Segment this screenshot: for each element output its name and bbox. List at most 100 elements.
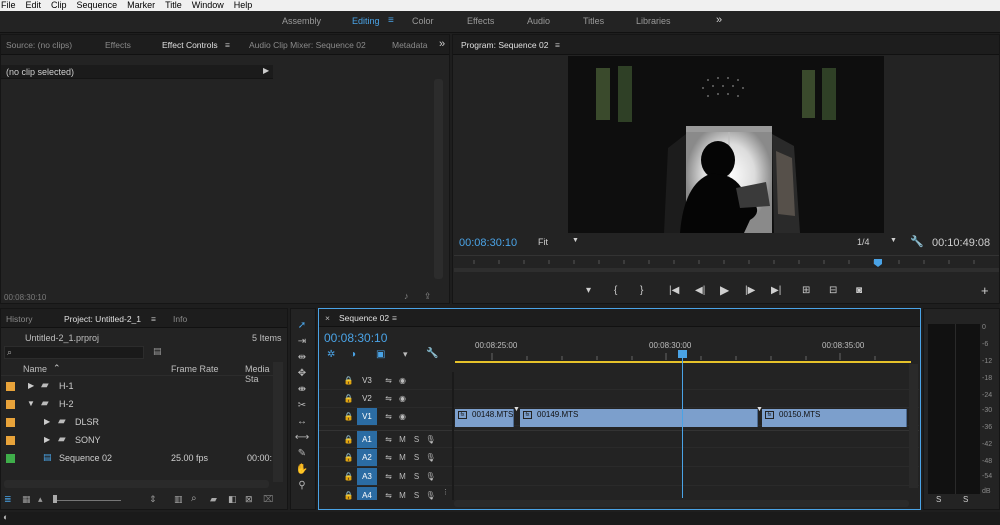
workspace-titles[interactable]: Titles [583,16,604,26]
tab-audio-clip-mixer[interactable]: Audio Clip Mixer: Sequence 02 [249,40,366,50]
wrench-icon[interactable]: 🔧 [426,348,438,359]
solo-button[interactable]: S [409,488,424,500]
selection-tool-icon[interactable]: ➚ [294,318,310,333]
hand-tool-icon[interactable]: ✋ [294,462,310,477]
freeform-view-icon[interactable]: ▴ [38,494,43,505]
tab-program[interactable]: Program: Sequence 02 [461,40,548,50]
menu-window[interactable]: Window [192,0,224,11]
tab-project[interactable]: Project: Untitled-2_1 [64,314,141,324]
lock-icon[interactable]: 🔒 [341,409,356,424]
label-color-swatch[interactable] [6,454,15,463]
menu-title[interactable]: Title [165,0,182,11]
column-frame-rate[interactable]: Frame Rate [171,364,219,374]
chevron-down-icon[interactable]: ▼ [27,399,35,408]
snap-icon[interactable]: ✲ [327,349,335,360]
export-frame-icon[interactable]: ◙ [856,285,862,296]
microphone-icon[interactable]: 🎙 [423,450,438,465]
zoom-slider[interactable] [55,500,121,501]
eye-icon[interactable]: ◉ [395,391,410,406]
chevron-right-icon[interactable]: ▶ [44,417,50,426]
project-item-h2[interactable]: ▼ ▰ H-2 [1,396,291,414]
track-label-a3[interactable]: A3 [357,468,377,485]
sync-lock-icon[interactable]: ⇋ [381,488,396,500]
tab-effects[interactable]: Effects [105,40,131,50]
mute-button[interactable]: M [395,432,410,447]
menu-help[interactable]: Help [234,0,253,11]
solo-button[interactable]: S [409,450,424,465]
marker-icon[interactable]: ▾ [403,349,408,360]
timeline-menu-icon[interactable]: ≡ [392,313,397,323]
step-back-icon[interactable]: ◀| [695,285,705,296]
workspace-editing[interactable]: Editing [352,16,380,26]
microphone-icon[interactable]: 🎙 [423,432,438,447]
search-icon[interactable]: ⌕ [191,493,197,504]
ripple-edit-tool-icon[interactable]: ⇹ [294,350,310,365]
program-current-timecode[interactable]: 00:08:30:10 [459,237,517,249]
workspace-effects[interactable]: Effects [467,16,494,26]
lock-icon[interactable]: 🔒 [341,450,356,465]
slip-tool-icon[interactable]: ↔ [294,414,310,429]
clip-00150[interactable]: fx 00150.MTS [762,409,907,427]
project-scrollbar[interactable] [273,362,283,482]
play-icon[interactable]: ▶ [720,283,729,297]
rate-stretch-tool-icon[interactable]: ⇼ [294,382,310,397]
workspace-overflow-button[interactable]: » [716,14,722,26]
meter-solo-left-button[interactable]: S [936,495,941,504]
playhead-handle[interactable] [678,350,687,358]
tab-info[interactable]: Info [173,314,187,324]
project-menu-icon[interactable]: ≡ [151,314,156,324]
trash-icon[interactable]: ⌧ [263,494,273,505]
tab-history[interactable]: History [6,314,32,324]
timeline-horizontal-scrollbar[interactable] [454,500,909,507]
label-color-swatch[interactable] [6,418,15,427]
add-marker-icon[interactable]: ▣ [376,349,385,360]
new-bin-icon[interactable]: ▤ [153,346,162,357]
workspace-audio[interactable]: Audio [527,16,550,26]
chevron-right-icon[interactable]: ▶ [44,435,50,444]
timeline-vertical-scrollbar[interactable] [909,364,918,488]
sync-lock-icon[interactable]: ⇋ [381,373,396,388]
extract-icon[interactable]: ⊟ [829,285,837,296]
new-bin-icon[interactable]: ▰ [210,494,217,505]
tab-effect-controls[interactable]: Effect Controls [162,40,218,50]
workspace-menu-icon[interactable]: ≡ [388,15,394,26]
sort-icon[interactable]: ⇕ [149,494,157,505]
zoom-fit-select[interactable]: Fit ▼ [534,235,582,249]
workspace-assembly[interactable]: Assembly [282,16,321,26]
clip-00148[interactable]: fx 00148.MTS [455,409,514,427]
marker-icon[interactable]: ▾ [586,285,591,296]
program-time-ruler[interactable] [454,255,999,273]
project-item-h1[interactable]: ▶ ▰ H-1 [1,378,291,396]
transition-marker-icon[interactable]: ▼ [756,406,763,413]
track-label-a2[interactable]: A2 [357,449,377,466]
project-horizontal-scrollbar[interactable] [4,480,269,488]
rolling-edit-tool-icon[interactable]: ✥ [294,366,310,381]
track-label-a4[interactable]: A4 [357,487,377,500]
tab-metadata[interactable]: Metadata [392,40,427,50]
microphone-icon[interactable]: 🎙 [423,469,438,484]
menu-edit[interactable]: Edit [26,0,42,11]
add-button[interactable]: + [981,283,989,298]
zoom-tool-icon[interactable]: ⚲ [294,478,310,493]
program-menu-icon[interactable]: ≡ [555,40,560,50]
lock-icon[interactable]: 🔒 [341,432,356,447]
track-label-v3[interactable]: V3 [357,372,377,389]
list-view-icon[interactable]: ≣ [4,494,12,505]
menu-marker[interactable]: Marker [127,0,155,11]
clip-00149[interactable]: fx 00149.MTS [520,409,758,427]
meter-solo-right-button[interactable]: S [963,495,968,504]
lock-icon[interactable]: 🔒 [341,469,356,484]
menu-file[interactable]: File [1,0,16,11]
clear-icon[interactable]: ⊠ [245,494,253,505]
label-color-swatch[interactable] [6,382,15,391]
menu-clip[interactable]: Clip [51,0,67,11]
mark-out-icon[interactable]: } [640,285,643,296]
tabs-overflow-button[interactable]: » [439,38,445,50]
close-icon[interactable]: × [325,313,330,323]
automate-to-sequence-icon[interactable]: ▥ [174,494,183,505]
expand-arrow-icon[interactable]: ▶ [263,66,269,75]
lock-icon[interactable]: 🔒 [341,373,356,388]
tab-source[interactable]: Source: (no clips) [6,40,72,50]
sync-lock-icon[interactable]: ⇋ [381,450,396,465]
sync-lock-icon[interactable]: ⇋ [381,432,396,447]
